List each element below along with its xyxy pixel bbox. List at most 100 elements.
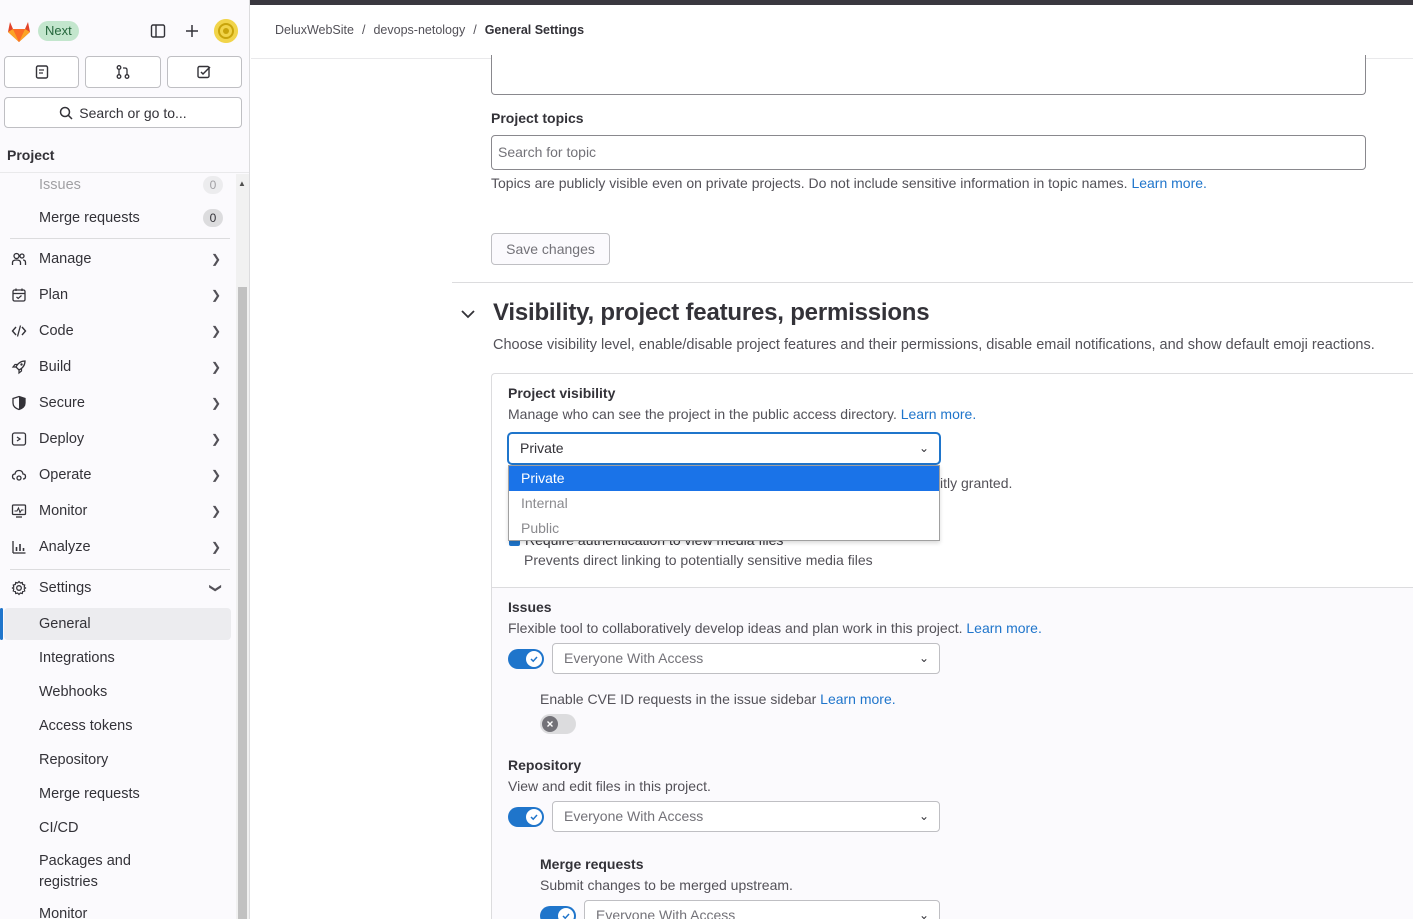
- sidebar-item-merge-requests-settings[interactable]: Merge requests: [0, 778, 231, 810]
- close-icon: [542, 716, 558, 732]
- chart-icon: [10, 538, 28, 556]
- sidebar-item-label: Code: [39, 323, 74, 339]
- sidebar-item-label: Webhooks: [39, 684, 108, 700]
- repository-access-value: Everyone With Access: [564, 808, 704, 824]
- save-changes-button[interactable]: Save changes: [491, 233, 610, 265]
- sidebar-item-build[interactable]: Build ❯: [0, 351, 231, 383]
- visibility-learn-more-link[interactable]: Learn more.: [901, 406, 976, 422]
- sidebar-item-merge-requests[interactable]: Merge requests 0: [0, 202, 231, 234]
- sidebar-item-manage[interactable]: Manage ❯: [0, 243, 231, 275]
- topics-learn-more-link[interactable]: Learn more.: [1131, 175, 1206, 191]
- issues-count-badge: 0: [203, 176, 223, 194]
- plus-icon[interactable]: [180, 19, 204, 43]
- sidebar-item-webhooks[interactable]: Webhooks: [0, 676, 231, 708]
- user-avatar[interactable]: [214, 19, 238, 43]
- sidebar-item-issues[interactable]: Issues 0: [0, 169, 231, 201]
- sidebar-item-label: Monitor: [39, 503, 88, 519]
- todo-icon: [197, 65, 211, 79]
- issues-access-select[interactable]: Everyone With Access ⌄: [552, 643, 940, 674]
- chevron-down-icon: ❯: [208, 582, 223, 594]
- sidebar-item-code[interactable]: Code ❯: [0, 315, 231, 347]
- sidebar-item-settings[interactable]: Settings ❯: [0, 572, 231, 604]
- topics-search-input[interactable]: Search for topic: [491, 135, 1366, 170]
- sidebar-item-deploy[interactable]: Deploy ❯: [0, 423, 231, 455]
- sidebar-item-label: Access tokens: [39, 718, 133, 734]
- visibility-dropdown-menu: Private Internal Public: [508, 465, 940, 541]
- cve-label-text: Enable CVE ID requests in the issue side…: [540, 691, 817, 707]
- sidebar-item-secure[interactable]: Secure ❯: [0, 387, 231, 419]
- breadcrumb-separator: /: [473, 23, 477, 37]
- visibility-help-text: Manage who can see the project in the pu…: [508, 406, 897, 422]
- project-description-textarea[interactable]: [491, 55, 1366, 95]
- next-badge[interactable]: Next: [38, 21, 79, 41]
- issues-learn-more-link[interactable]: Learn more.: [966, 620, 1041, 636]
- deploy-icon: [10, 430, 28, 448]
- issues-help-text: Flexible tool to collaboratively develop…: [508, 620, 963, 636]
- gitlab-logo-icon[interactable]: [6, 18, 32, 44]
- sidebar-item-integrations[interactable]: Integrations: [0, 642, 231, 674]
- sidebar-item-analyze[interactable]: Analyze ❯: [0, 531, 231, 563]
- section-description: Choose visibility level, enable/disable …: [493, 337, 1375, 353]
- sidebar: Next Search or go to... Project Issues 0: [0, 0, 250, 919]
- chevron-right-icon: ❯: [210, 324, 221, 338]
- breadcrumb-current[interactable]: General Settings: [485, 23, 584, 37]
- sidebar-header: Next: [0, 12, 249, 50]
- chevron-right-icon: ❯: [210, 468, 221, 482]
- merge-requests-access-value: Everyone With Access: [596, 907, 736, 919]
- cve-learn-more-link[interactable]: Learn more.: [820, 691, 895, 707]
- sidebar-item-repository[interactable]: Repository: [0, 744, 231, 776]
- repository-access-select[interactable]: Everyone With Access ⌄: [552, 801, 940, 832]
- sidebar-item-plan[interactable]: Plan ❯: [0, 279, 231, 311]
- breadcrumb-group[interactable]: DeluxWebSite: [275, 23, 354, 37]
- visibility-option-private[interactable]: Private: [509, 466, 939, 491]
- code-icon: [10, 322, 28, 340]
- cve-label: Enable CVE ID requests in the issue side…: [540, 691, 896, 707]
- toggle-sidebar-icon[interactable]: [146, 19, 170, 43]
- merge-request-icon: [116, 65, 130, 79]
- nav-separator: [10, 238, 230, 239]
- visibility-select[interactable]: Private ⌄: [508, 433, 940, 464]
- repository-toggle[interactable]: [508, 807, 544, 827]
- issues-toggle[interactable]: [508, 649, 544, 669]
- breadcrumb: DeluxWebSite / devops-netology / General…: [275, 23, 584, 37]
- section-title: Visibility, project features, permission…: [493, 299, 930, 326]
- visibility-hidden-help-tail: itly granted.: [940, 475, 1013, 491]
- topics-help: Topics are publicly visible even on priv…: [491, 175, 1207, 191]
- assigned-issues-button[interactable]: [4, 56, 80, 88]
- sidebar-item-label: CI/CD: [39, 820, 79, 836]
- check-icon: [526, 651, 542, 667]
- cve-toggle[interactable]: [540, 714, 576, 734]
- sidebar-item-general[interactable]: General: [0, 608, 231, 640]
- merge-requests-label: Merge requests: [540, 856, 644, 872]
- chevron-right-icon: ❯: [210, 360, 221, 374]
- chevron-down-icon: ⌄: [918, 651, 929, 665]
- merge-requests-toggle[interactable]: [540, 906, 576, 919]
- sidebar-item-access-tokens[interactable]: Access tokens: [0, 710, 231, 742]
- sidebar-item-operate[interactable]: Operate ❯: [0, 459, 231, 491]
- visibility-option-internal[interactable]: Internal: [509, 491, 939, 516]
- sidebar-item-label: General: [39, 616, 91, 632]
- scrollbar-thumb[interactable]: [238, 287, 247, 919]
- sidebar-scrollbar[interactable]: ▲: [236, 174, 249, 919]
- sidebar-item-ci-cd[interactable]: CI/CD: [0, 812, 231, 844]
- repository-label: Repository: [508, 757, 582, 773]
- breadcrumb-project[interactable]: devops-netology: [373, 23, 465, 37]
- sidebar-item-monitor[interactable]: Monitor ❯: [0, 495, 231, 527]
- issues-access-value: Everyone With Access: [564, 650, 704, 666]
- scroll-up-arrow-icon[interactable]: ▲: [238, 179, 246, 188]
- sidebar-item-label: Deploy: [39, 431, 85, 447]
- merge-requests-button[interactable]: [85, 56, 161, 88]
- visibility-option-public[interactable]: Public: [509, 516, 939, 541]
- merge-requests-access-select[interactable]: Everyone With Access ⌄: [584, 900, 940, 919]
- search-button[interactable]: Search or go to...: [4, 97, 242, 128]
- repository-help: View and edit files in this project.: [508, 778, 711, 794]
- todo-list-button[interactable]: [166, 56, 242, 88]
- sidebar-item-packages-registries-line2[interactable]: registries: [0, 866, 231, 898]
- chevron-down-icon: ⌄: [918, 809, 929, 823]
- sidebar-item-monitor-settings[interactable]: Monitor: [0, 898, 231, 919]
- quick-actions: [4, 56, 242, 88]
- sidebar-item-label: Settings: [39, 580, 92, 596]
- sidebar-item-label: Integrations: [39, 650, 115, 666]
- sidebar-item-label: Issues: [39, 177, 81, 193]
- chevron-down-icon[interactable]: [458, 304, 478, 324]
